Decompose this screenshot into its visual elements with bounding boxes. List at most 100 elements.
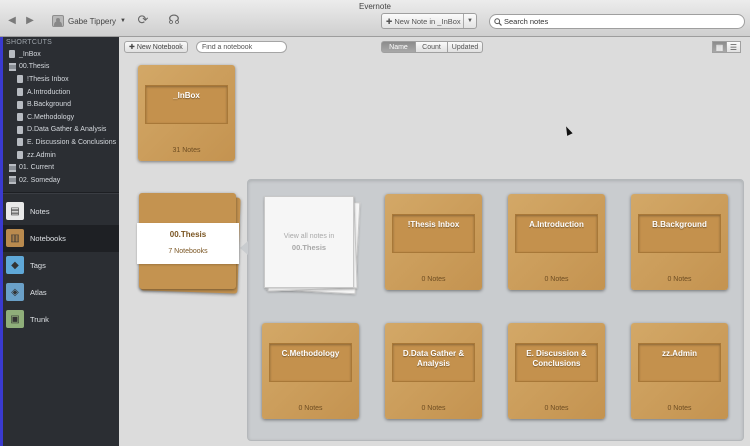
shortcut-label: C.Methodology <box>27 113 75 121</box>
shortcut-label: 00.Thesis <box>19 63 50 71</box>
notebook-icon <box>9 50 15 59</box>
window-title: Evernote <box>358 2 392 11</box>
sidebar-item-label: Notebooks <box>30 233 66 243</box>
shortcut-label: B.Background <box>27 101 71 109</box>
notes-icon: ▤ <box>6 202 24 221</box>
chevron-down-icon[interactable]: ▼ <box>463 14 476 28</box>
notebook-card[interactable]: E. Discussion & Conclusions 0 Notes <box>508 323 605 419</box>
sidebar-item-label: Notes <box>30 206 50 216</box>
new-notebook-button[interactable]: ✚ New Notebook <box>124 41 188 53</box>
user-menu[interactable]: Gabe Tippery ▼ <box>52 13 126 29</box>
stack-name: 00.Thesis <box>169 230 207 239</box>
sort-name-button[interactable]: Name <box>381 41 416 53</box>
notebook-card[interactable]: A.Introduction 0 Notes <box>508 194 605 290</box>
trunk-icon: ▣ <box>6 310 24 329</box>
search-box[interactable] <box>489 14 745 29</box>
shortcut-item[interactable]: A.Introduction <box>3 86 119 99</box>
view-all-notes-card[interactable]: View all notes in 00.Thesis <box>264 196 361 295</box>
shortcut-item[interactable]: D.Data Gather & Analysis <box>3 124 119 137</box>
notebook-icon <box>17 113 23 122</box>
view-all-text: View all notes in <box>283 233 335 240</box>
sidebar-item-notes[interactable]: ▤ Notes <box>3 198 119 225</box>
notebook-card[interactable]: D.Data Gather & Analysis 0 Notes <box>385 323 482 419</box>
shortcut-item[interactable]: zz.Admin <box>3 149 119 162</box>
shortcut-label: !Thesis Inbox <box>27 75 69 83</box>
notebook-name: A.Introduction <box>529 220 584 229</box>
notebook-count: 0 Notes <box>421 276 446 283</box>
stack-icon <box>9 62 16 71</box>
sort-count-button[interactable]: Count <box>415 41 448 53</box>
notebooks-icon: ▥ <box>6 229 24 248</box>
sidebar-item-label: Tags <box>30 260 46 270</box>
chevron-down-icon: ▼ <box>120 18 126 24</box>
notebook-icon <box>17 100 23 109</box>
notebook-name: C.Methodology <box>281 349 340 358</box>
tags-icon: ◆ <box>6 256 24 275</box>
sort-updated-button[interactable]: Updated <box>447 41 483 53</box>
shortcut-item[interactable]: _InBox <box>3 48 119 61</box>
new-note-label: New Note in _InBox <box>394 16 461 26</box>
sidebar-item-notebooks[interactable]: ▥ Notebooks <box>3 224 119 252</box>
notebook-inbox[interactable]: _InBox 31 Notes <box>138 65 235 161</box>
avatar <box>52 15 64 27</box>
notebook-count: 0 Notes <box>544 405 569 412</box>
search-input[interactable] <box>504 17 724 26</box>
forward-arrow-icon[interactable]: ▶ <box>24 15 36 27</box>
notebook-count: 0 Notes <box>667 276 692 283</box>
shortcut-item[interactable]: 00.Thesis <box>3 61 119 74</box>
sidebar-divider <box>3 191 119 194</box>
sidebar-item-atlas[interactable]: ◈ Atlas <box>3 279 119 306</box>
notebook-name: E. Discussion & Conclusions <box>526 349 587 368</box>
sidebar: SHORTCUTS _InBox 00.Thesis !Thesis Inbox A.… <box>0 37 119 446</box>
shortcuts-header: SHORTCUTS <box>6 39 53 46</box>
shortcut-item[interactable]: B.Background <box>3 98 119 111</box>
atlas-icon: ◈ <box>6 283 24 302</box>
notebook-icon <box>17 151 23 160</box>
sidebar-item-label: Trunk <box>30 314 49 324</box>
activity-icon[interactable]: ☊ <box>166 12 182 28</box>
notebook-count: 0 Notes <box>298 405 323 412</box>
shortcut-item[interactable]: !Thesis Inbox <box>3 73 119 86</box>
notebook-card[interactable]: C.Methodology 0 Notes <box>262 323 359 419</box>
shortcut-item[interactable]: 01. Current <box>3 161 119 174</box>
notebook-name: B.Background <box>652 220 707 229</box>
shortcut-label: D.Data Gather & Analysis <box>27 126 107 134</box>
notebook-count: 0 Notes <box>544 276 569 283</box>
notebook-stack-thesis[interactable]: 00.Thesis 7 Notebooks <box>137 193 241 294</box>
notebook-name: !Thesis Inbox <box>407 220 460 229</box>
sync-icon[interactable]: ⟳ <box>135 12 151 28</box>
list-view-icon[interactable]: ☰ <box>726 41 741 53</box>
search-icon <box>494 17 502 26</box>
notebook-count: 31 Notes <box>172 147 201 154</box>
mouse-cursor <box>563 125 573 136</box>
sidebar-item-label: Atlas <box>30 287 47 297</box>
paper-sheet <box>264 196 354 288</box>
stack-count: 7 Notebooks <box>168 248 208 255</box>
shortcut-item[interactable]: C.Methodology <box>3 111 119 124</box>
notebook-count: 0 Notes <box>667 405 692 412</box>
grid-view-icon[interactable]: ▦ <box>712 41 727 53</box>
notebook-name: D.Data Gather & Analysis <box>402 349 465 368</box>
title-bar: Evernote ◀ ▶ Gabe Tippery ▼ ⟳ ☊ ✚ New No… <box>0 0 750 37</box>
shortcut-label: 02. Someday <box>19 176 61 184</box>
user-name: Gabe Tippery <box>68 16 117 26</box>
sidebar-item-tags[interactable]: ◆ Tags <box>3 252 119 279</box>
notebooks-view: ✚ New Notebook NameCountUpdated ▦ ☰ _InB… <box>119 37 750 446</box>
notebook-card[interactable]: B.Background 0 Notes <box>631 194 728 290</box>
shortcut-label: 01. Current <box>19 164 55 172</box>
stack-icon <box>9 163 16 172</box>
find-notebook-input[interactable] <box>196 41 287 53</box>
notebook-count: 0 Notes <box>421 405 446 412</box>
shortcut-item[interactable]: 02. Someday <box>3 174 119 187</box>
sidebar-item-trunk[interactable]: ▣ Trunk <box>3 306 119 333</box>
notebook-card[interactable]: !Thesis Inbox 0 Notes <box>385 194 482 290</box>
new-notebook-label: New Notebook <box>136 43 183 51</box>
notebook-icon <box>17 88 23 97</box>
new-note-button[interactable]: ✚ New Note in _InBox ▼ <box>381 13 477 29</box>
notebook-card[interactable]: zz.Admin 0 Notes <box>631 323 728 419</box>
back-arrow-icon[interactable]: ◀ <box>6 15 18 27</box>
shortcut-label: A.Introduction <box>27 88 71 96</box>
main-nav: ▤ Notes ▥ Notebooks ◆ Tags ◈ Atlas ▣ Trunk <box>3 198 119 333</box>
shortcut-item[interactable]: E. Discussion & Conclusions <box>3 136 119 149</box>
shortcut-label: E. Discussion & Conclusions <box>27 138 117 146</box>
